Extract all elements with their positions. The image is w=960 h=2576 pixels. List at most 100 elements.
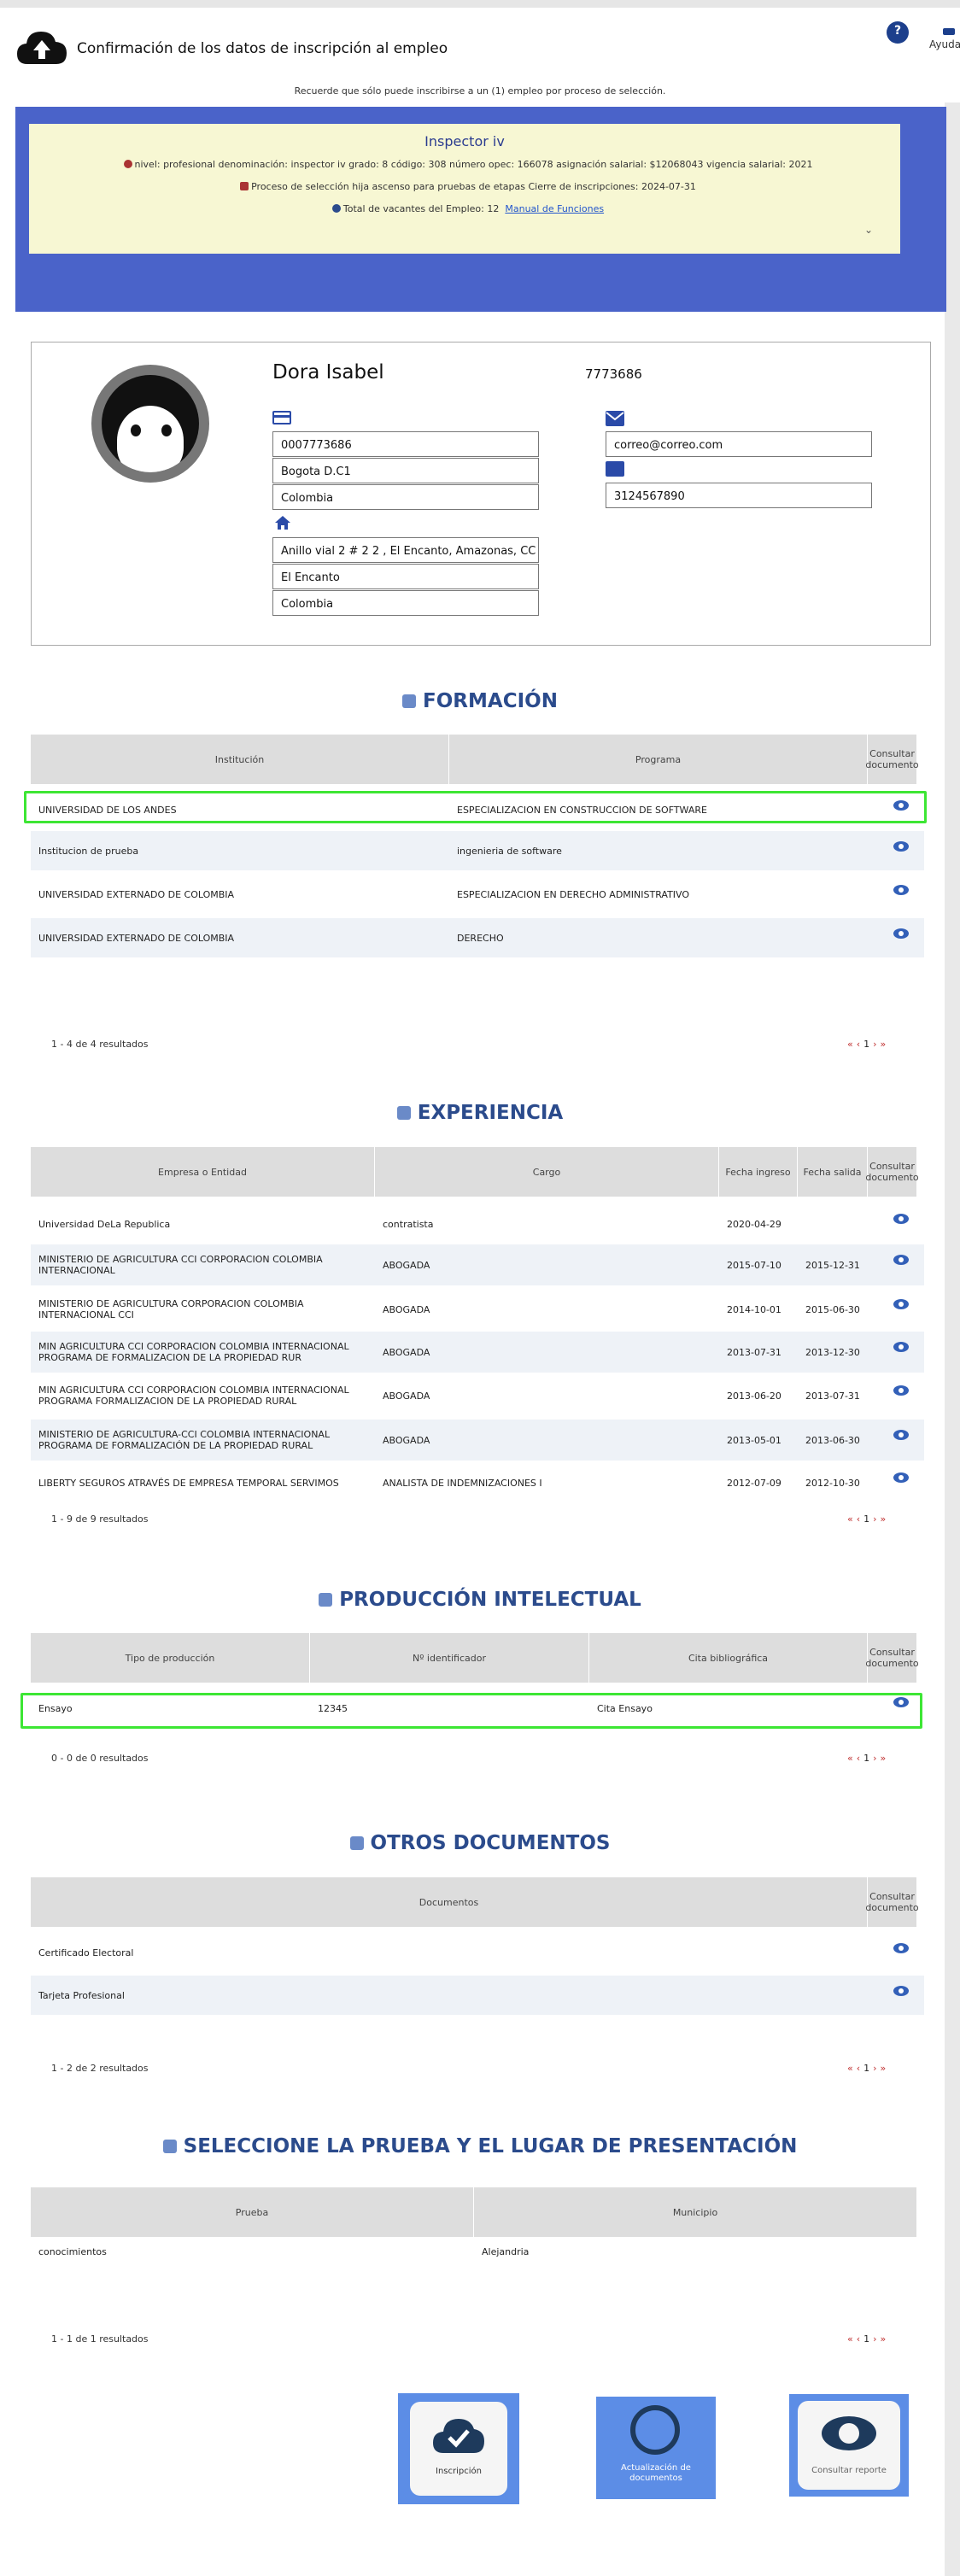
view-document-icon[interactable] [893, 1342, 909, 1352]
view-document-icon[interactable] [893, 1385, 909, 1396]
prueba-results-count: 1 - 1 de 1 resultados [51, 2333, 149, 2345]
table-row: LIBERTY SEGUROS ATRAVÉS DE EMPRESA TEMPO… [31, 1462, 924, 1503]
table-row: Tarjeta Profesional [31, 1976, 924, 2015]
test-cell: conocimientos [38, 2245, 107, 2257]
prueba-pagination[interactable]: «‹1›» [847, 2333, 889, 2345]
view-document-icon[interactable] [893, 885, 909, 895]
view-document-icon[interactable] [893, 928, 909, 939]
column-header: Consultar documento [865, 1147, 919, 1197]
column-header: Consultar documento [865, 1633, 919, 1683]
otros-results-count: 1 - 2 de 2 resultados [51, 2063, 149, 2074]
calendar-icon [240, 182, 249, 190]
column-header[interactable]: Documentos [31, 1877, 868, 1927]
experiencia-table-header: Empresa o Entidad Cargo Fecha ingreso Fe… [31, 1147, 919, 1197]
table-row: Universidad DeLa Republica contratista 202… [31, 1203, 924, 1244]
applicant-name: Dora Isabel [272, 361, 384, 383]
address-field: Anillo vial 2 # 2 2 , El Encanto, Amazon… [272, 537, 539, 563]
view-document-icon[interactable] [893, 1430, 909, 1440]
view-document-icon[interactable] [893, 1255, 909, 1265]
column-header[interactable]: Cita bibliográfica [589, 1633, 868, 1683]
avatar-face-icon [102, 375, 199, 472]
column-header[interactable]: Fecha salida [798, 1147, 868, 1197]
position-cell: ABOGADA [383, 1346, 430, 1358]
email-icon [606, 411, 624, 426]
experiencia-pagination[interactable]: «‹1›» [847, 1513, 889, 1525]
city-field: Bogota D.C1 [272, 458, 539, 483]
column-header[interactable]: Cargo [375, 1147, 719, 1197]
otros-table-header: Documentos Consultar documento [31, 1877, 919, 1927]
avatar [91, 365, 209, 483]
view-document-icon[interactable] [893, 1214, 909, 1224]
column-header[interactable]: Programa [449, 735, 868, 784]
view-document-icon[interactable] [893, 1472, 909, 1483]
column-header[interactable]: Fecha ingreso [719, 1147, 798, 1197]
job-meta-line-3: Total de vacantes del Empleo: 12 Manual … [29, 203, 900, 214]
prueba-table-header: Prueba Municipio [31, 2187, 917, 2237]
produccion-pagination[interactable]: «‹1›» [847, 1753, 889, 1764]
help-icon[interactable] [887, 21, 909, 44]
column-header[interactable]: Nº identificador [310, 1633, 589, 1683]
table-row: MIN AGRICULTURA CCI CORPORACION COLOMBIA… [31, 1332, 924, 1373]
email-field: correo@correo.com [606, 431, 872, 457]
view-document-icon[interactable] [893, 1299, 909, 1309]
company-cell: MINISTERIO DE AGRICULTURA-CCI COLOMBIA I… [38, 1429, 331, 1451]
job-name: Inspector iv [424, 133, 505, 149]
phone-field: 3124567890 [606, 483, 872, 508]
manual-funciones-link[interactable]: Manual de Funciones [505, 203, 604, 214]
view-document-icon[interactable] [893, 1943, 909, 1953]
cloud-upload-icon [17, 32, 67, 64]
cloud-check-icon [433, 2419, 484, 2453]
briefcase-icon [396, 1106, 411, 1120]
view-document-icon[interactable] [893, 841, 909, 852]
table-row[interactable]: conocimientos Alejandria [31, 2239, 917, 2263]
eye-icon [822, 2416, 876, 2450]
formacion-pagination[interactable]: «‹1›» [847, 1039, 889, 1050]
position-cell: ABOGADA [383, 1390, 430, 1402]
actualizacion-documentos-button[interactable]: Actualización de documentos [596, 2397, 716, 2499]
column-header[interactable]: Institución [31, 735, 449, 784]
help-link[interactable]: Ayuda [929, 38, 960, 50]
table-row: UNIVERSIDAD EXTERNADO DE COLOMBIA ESPECI… [31, 875, 924, 914]
consultar-reporte-button[interactable]: Consultar reporte [789, 2394, 909, 2497]
column-header[interactable]: Municipio [474, 2187, 917, 2237]
institution-cell: UNIVERSIDAD EXTERNADO DE COLOMBIA [38, 888, 235, 900]
program-cell: ingenieria de software [457, 845, 562, 857]
position-cell: ANALISTA DE INDEMNIZACIONES I [383, 1477, 542, 1489]
view-document-icon[interactable] [893, 1986, 909, 1996]
company-cell: MINISTERIO DE AGRICULTURA CORPORACION CO… [38, 1298, 304, 1320]
chevron-down-icon[interactable]: ⌄ [864, 224, 875, 236]
top-bar [0, 0, 960, 8]
column-header: Consultar documento [865, 1877, 919, 1927]
produccion-results-count: 0 - 0 de 0 resultados [51, 1753, 149, 1764]
document-name-cell: Tarjeta Profesional [38, 1989, 125, 2001]
municipality-cell: Alejandria [482, 2245, 530, 2257]
company-cell: Universidad DeLa Republica [38, 1218, 171, 1230]
applicant-document: 7773686 [585, 366, 642, 382]
end-date-cell: 2013-12-30 [805, 1346, 860, 1358]
otros-pagination[interactable]: «‹1›» [847, 2063, 889, 2074]
institution-cell: UNIVERSIDAD EXTERNADO DE COLOMBIA [38, 932, 235, 944]
position-cell: contratista [383, 1218, 434, 1230]
start-date-cell: 2015-07-10 [727, 1259, 781, 1271]
company-cell: LIBERTY SEGUROS ATRAVÉS DE EMPRESA TEMPO… [38, 1477, 339, 1489]
start-date-cell: 2013-06-20 [727, 1390, 781, 1402]
contact-card-icon [606, 461, 624, 477]
position-cell: ABOGADA [383, 1434, 430, 1446]
column-header[interactable]: Tipo de producción [31, 1633, 310, 1683]
page-shadow [945, 102, 960, 2576]
table-row: MIN AGRICULTURA CCI CORPORACION COLOMBIA… [31, 1375, 924, 1416]
column-header[interactable]: Empresa o Entidad [31, 1147, 375, 1197]
users-icon [331, 204, 341, 213]
column-header[interactable]: Prueba [31, 2187, 474, 2237]
info-icon [123, 160, 132, 168]
produccion-title: PRODUCCIÓN INTELECTUAL [0, 1589, 960, 1611]
inscripcion-button[interactable]: Inscripción [398, 2393, 519, 2504]
help-indicator-icon [943, 28, 955, 35]
program-cell: ESPECIALIZACION EN DERECHO ADMINISTRATIV… [457, 888, 690, 900]
start-date-cell: 2012-07-09 [727, 1477, 781, 1489]
highlighted-row-outline [20, 1693, 922, 1729]
company-cell: MIN AGRICULTURA CCI CORPORACION COLOMBIA… [38, 1385, 349, 1407]
home-icon [275, 516, 290, 530]
formacion-table-header: Institución Programa Consultar documento [31, 735, 919, 784]
end-date-cell: 2012-10-30 [805, 1477, 860, 1489]
